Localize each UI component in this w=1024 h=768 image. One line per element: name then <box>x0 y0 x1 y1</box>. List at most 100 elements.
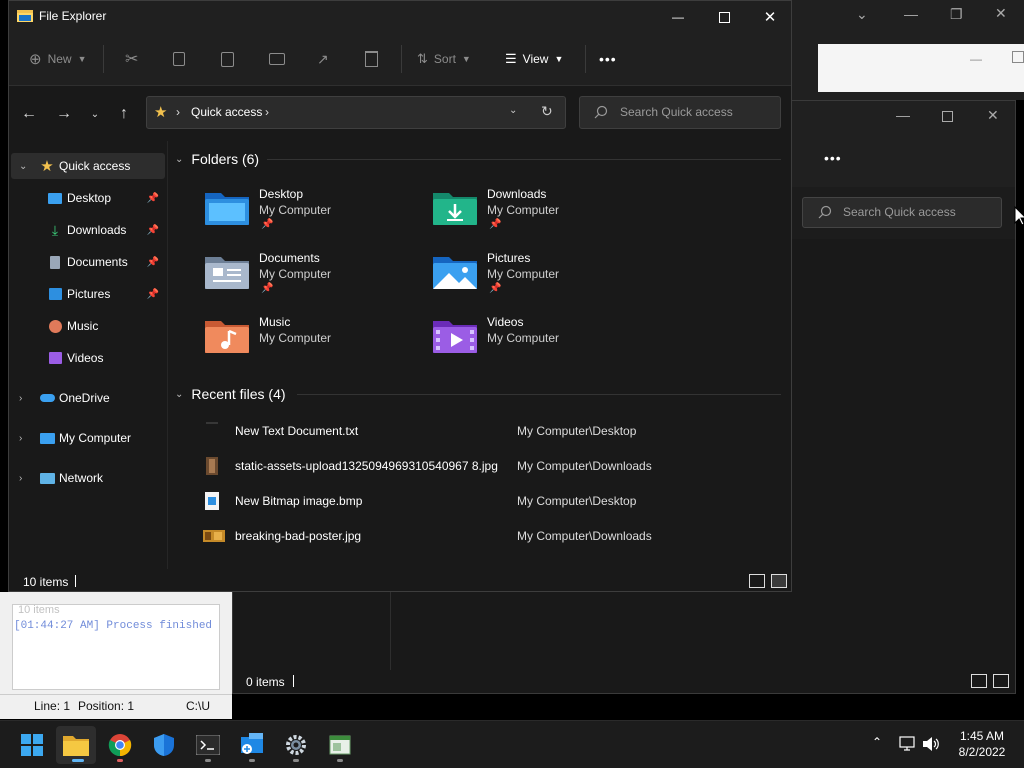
recent-locations-button[interactable]: ⌄ <box>85 104 105 124</box>
sidebar-item-label: Downloads <box>67 223 127 237</box>
minimize-icon[interactable]: — <box>896 107 910 123</box>
arrow-right-icon: → <box>56 105 72 122</box>
folder-tile-pictures[interactable]: Pictures My Computer 📌 <box>433 247 653 303</box>
sidebar-item-desktop[interactable]: Desktop 📌 <box>11 185 165 211</box>
share-button[interactable]: ↗ <box>317 47 329 71</box>
close-icon[interactable]: ✕ <box>987 107 999 124</box>
forward-button[interactable]: → <box>54 104 74 124</box>
clock-date[interactable]: 8/2/2022 <box>952 745 1012 759</box>
minimize-button[interactable]: — <box>655 1 701 33</box>
breadcrumb-chevron-icon[interactable]: › <box>265 105 269 119</box>
back-button[interactable]: ← <box>19 104 39 124</box>
star-icon: ★ <box>154 104 168 121</box>
address-dropdown-icon[interactable]: ⌄ <box>509 105 517 116</box>
chevron-right-icon[interactable]: › <box>19 473 22 484</box>
details-view-icon[interactable] <box>749 574 765 588</box>
background-window-strip <box>818 44 1024 92</box>
folder-tile-downloads[interactable]: Downloads My Computer 📌 <box>433 183 653 239</box>
refresh-icon[interactable]: ↻ <box>541 103 553 120</box>
image-thumbnail-icon <box>203 530 225 542</box>
sidebar-item-quick-access[interactable]: ⌄ ★ Quick access <box>11 153 165 179</box>
chrome-icon <box>108 734 132 757</box>
more-options-button[interactable]: ••• <box>599 47 617 71</box>
minimize-icon[interactable]: — <box>904 6 918 22</box>
folder-name: Desktop <box>259 187 304 201</box>
trash-icon <box>365 51 378 67</box>
pin-icon: 📌 <box>261 219 274 230</box>
details-view-icon[interactable] <box>971 674 987 688</box>
rename-button[interactable] <box>269 47 285 71</box>
pictures-folder-icon <box>433 257 477 289</box>
running-indicator <box>337 759 343 762</box>
folder-tile-desktop[interactable]: Desktop My Computer 📌 <box>205 183 425 239</box>
divider <box>167 141 168 569</box>
copy-button[interactable] <box>173 47 185 71</box>
start-button[interactable] <box>12 726 52 764</box>
pictures-icon <box>47 286 63 302</box>
folder-tile-music[interactable]: Music My Computer <box>205 311 425 367</box>
sidebar-item-documents[interactable]: Documents 📌 <box>11 249 165 275</box>
recent-file-location: My Computer\Downloads <box>517 529 652 543</box>
sort-button[interactable]: ⇅ Sort ▼ <box>417 47 471 71</box>
network-status-icon[interactable] <box>898 736 916 752</box>
sidebar-item-label: Desktop <box>67 191 112 205</box>
restore-icon[interactable]: ❐ <box>950 6 963 23</box>
search-input[interactable]: Search Quick access <box>802 197 1002 228</box>
network-icon <box>39 470 55 486</box>
sidebar-item-network[interactable]: › Network <box>11 465 165 491</box>
search-icon <box>818 205 832 219</box>
folder-tile-documents[interactable]: Documents My Computer 📌 <box>205 247 425 303</box>
desktop-icon <box>47 190 63 206</box>
recent-file-row[interactable]: New Bitmap image.bmp My Computer\Desktop <box>199 489 779 515</box>
search-input[interactable]: Search Quick access <box>579 96 781 129</box>
minimize-icon[interactable]: — <box>970 52 982 66</box>
plus-circle-icon: ⊕ <box>29 51 42 68</box>
tiles-view-icon[interactable] <box>771 574 787 588</box>
chevron-right-icon[interactable]: › <box>19 433 22 444</box>
folder-icon <box>63 736 89 756</box>
maximize-icon[interactable] <box>942 111 953 122</box>
sidebar-item-music[interactable]: Music <box>11 313 165 339</box>
recent-file-row[interactable]: breaking-bad-poster.jpg My Computer\Down… <box>199 524 779 550</box>
maximize-icon[interactable] <box>1012 51 1024 63</box>
breadcrumb-quick-access[interactable]: Quick access <box>191 105 262 119</box>
recent-file-row[interactable]: New Text Document.txt My Computer\Deskto… <box>199 419 779 445</box>
chevron-up-icon[interactable]: ⌃ <box>872 735 882 749</box>
sidebar-item-onedrive[interactable]: › OneDrive <box>11 385 165 411</box>
folder-tile-videos[interactable]: Videos My Computer <box>433 311 653 367</box>
music-folder-icon <box>205 321 249 353</box>
sidebar-item-my-computer[interactable]: › My Computer <box>11 425 165 451</box>
pin-icon: 📌 <box>261 283 274 294</box>
document-icon <box>47 254 63 270</box>
chevron-right-icon[interactable]: › <box>19 393 22 404</box>
folders-section-header[interactable]: ⌄ Folders (6) <box>175 151 259 167</box>
sidebar-item-videos[interactable]: Videos <box>11 345 165 371</box>
pin-icon: 📌 <box>146 224 159 236</box>
new-button[interactable]: ⊕ New ▼ <box>29 47 87 71</box>
paste-button[interactable] <box>221 47 234 71</box>
close-button[interactable]: ✕ <box>747 1 791 33</box>
chevron-down-icon[interactable]: ⌄ <box>19 161 27 172</box>
videos-icon <box>47 350 63 366</box>
volume-icon[interactable] <box>922 736 940 752</box>
up-button[interactable]: ↑ <box>114 104 134 124</box>
recent-file-row[interactable]: static-assets-upload1325094969310540967 … <box>199 454 779 480</box>
delete-button[interactable] <box>365 47 378 71</box>
recent-files-section-header[interactable]: ⌄ Recent files (4) <box>175 386 286 402</box>
tiles-view-icon[interactable] <box>993 674 1009 688</box>
chevron-down-icon[interactable]: ⌄ <box>856 6 868 23</box>
cut-button[interactable]: ✂ <box>125 47 138 71</box>
scissors-icon: ✂ <box>125 51 139 68</box>
clock-time[interactable]: 1:45 AM <box>954 729 1010 743</box>
view-button[interactable]: ☰ View ▼ <box>505 47 563 71</box>
breadcrumb-chevron-icon: › <box>176 105 180 119</box>
close-icon[interactable]: ✕ <box>995 5 1007 22</box>
recent-file-location: My Computer\Desktop <box>517 494 637 508</box>
taskbar-security[interactable] <box>144 726 184 764</box>
more-options-button[interactable]: ••• <box>824 150 842 166</box>
maximize-button[interactable] <box>701 1 747 33</box>
sidebar-item-pictures[interactable]: Pictures 📌 <box>11 281 165 307</box>
folder-location: My Computer <box>487 203 560 217</box>
divider <box>585 45 586 73</box>
sidebar-item-downloads[interactable]: ⤓ Downloads 📌 <box>11 217 165 243</box>
